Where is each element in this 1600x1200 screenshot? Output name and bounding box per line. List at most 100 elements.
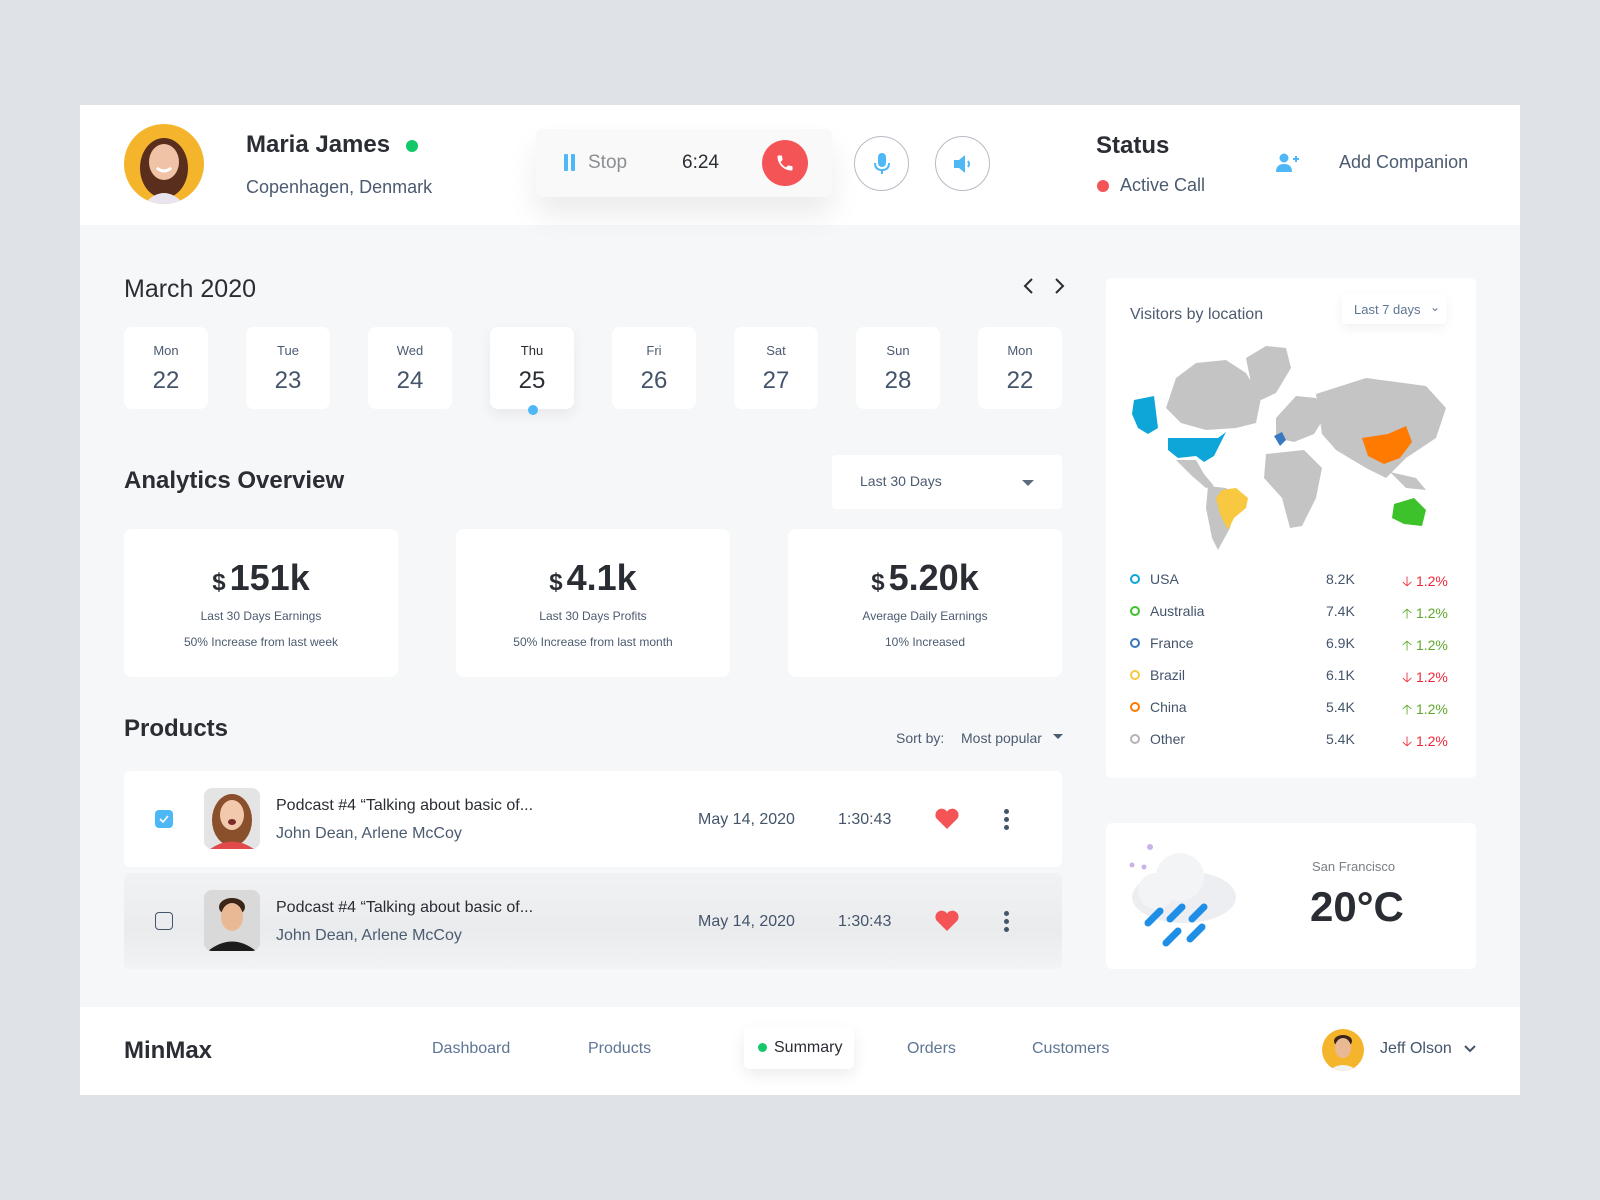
active-indicator-dot	[758, 1043, 767, 1052]
nav-summary-label: Summary	[774, 1039, 843, 1056]
map-alaska	[1132, 396, 1158, 434]
legend-ring-icon	[1130, 638, 1140, 648]
nav-orders[interactable]: Orders	[907, 1040, 956, 1058]
user-avatar[interactable]	[124, 124, 204, 204]
more-options-icon[interactable]	[1004, 809, 1010, 830]
hang-up-button[interactable]	[762, 140, 808, 186]
nav-dashboard[interactable]: Dashboard	[432, 1040, 510, 1058]
pause-icon[interactable]	[564, 154, 576, 171]
product-thumbnail	[204, 890, 260, 951]
visitors-card: Visitors by location Last 7 days ⌄ USA 8…	[1106, 278, 1476, 778]
day-name: Fri	[646, 343, 662, 358]
add-companion-button[interactable]: Add Companion	[1339, 152, 1468, 173]
product-title[interactable]: Podcast #4 “Talking about basic of...	[276, 899, 533, 917]
weather-city: San Francisco	[1312, 859, 1396, 874]
nav-products[interactable]: Products	[588, 1040, 651, 1058]
product-duration: 1:30:43	[838, 913, 892, 930]
speaker-button[interactable]	[935, 136, 990, 191]
speaker-icon	[953, 154, 970, 173]
legend-ring-icon	[1130, 606, 1140, 616]
calendar-day[interactable]: Sun 28	[856, 327, 940, 409]
bottom-navigation: MinMax Dashboard Products Summary Orders…	[80, 1007, 1520, 1095]
visitor-row: Other 5.4K 🡣 1.2%	[1130, 731, 1452, 751]
product-row[interactable]: Podcast #4 “Talking about basic of... Jo…	[124, 771, 1062, 867]
calendar-day[interactable]: Mon 22	[124, 327, 208, 409]
visitor-delta: 🡡 1.2%	[1402, 605, 1448, 621]
analytics-range-select[interactable]: Last 30 Days	[832, 455, 1062, 509]
more-options-icon[interactable]	[1004, 911, 1010, 932]
caret-down-icon[interactable]	[1053, 734, 1063, 739]
calendar-day[interactable]: Mon 22	[978, 327, 1062, 409]
microphone-button[interactable]	[854, 136, 909, 191]
calendar-day[interactable]: Tue 23	[246, 327, 330, 409]
calendar-day[interactable]: Sat 27	[734, 327, 818, 409]
call-timer: 6:24	[682, 152, 719, 173]
day-number: 24	[396, 367, 424, 394]
nav-customers[interactable]: Customers	[1032, 1040, 1109, 1058]
stat-value: $4.1k	[549, 557, 637, 598]
calendar-month: March 2020	[124, 275, 257, 303]
online-status-dot	[406, 140, 418, 152]
map-usa	[1168, 432, 1226, 462]
account-name[interactable]: Jeff Olson	[1380, 1040, 1452, 1058]
product-date: May 14, 2020	[698, 811, 795, 828]
status-dot	[1097, 180, 1109, 192]
nav-summary[interactable]: Summary	[744, 1027, 854, 1069]
visitors-range-select[interactable]: Last 7 days ⌄	[1342, 294, 1446, 324]
product-authors: John Dean, Arlene McCoy	[276, 927, 462, 944]
day-number: 22	[152, 367, 180, 394]
brand-logo[interactable]: MinMax	[124, 1037, 212, 1065]
heart-icon[interactable]	[934, 910, 960, 937]
map-australia	[1392, 498, 1426, 526]
sort-select[interactable]: Most popular	[961, 730, 1042, 746]
heart-icon[interactable]	[934, 808, 960, 835]
product-title[interactable]: Podcast #4 “Talking about basic of...	[276, 797, 533, 815]
legend-ring-icon	[1130, 574, 1140, 584]
visitor-country: Other	[1150, 731, 1186, 747]
arrow-up-icon: 🡡	[1402, 637, 1413, 653]
row-checkbox[interactable]	[155, 912, 173, 930]
visitor-row: Australia 7.4K 🡡 1.2%	[1130, 603, 1452, 623]
day-number: 22	[1006, 367, 1034, 394]
stat-label: Average Daily Earnings	[862, 609, 988, 623]
visitor-count: 7.4K	[1326, 603, 1355, 619]
stop-button[interactable]: Stop	[588, 152, 627, 174]
stat-value: $5.20k	[871, 557, 979, 598]
status-text: Active Call	[1120, 175, 1206, 195]
product-duration: 1:30:43	[838, 811, 892, 828]
user-name: Maria James	[246, 131, 391, 158]
legend-ring-icon	[1130, 734, 1140, 744]
calendar-day[interactable]: Fri 26	[612, 327, 696, 409]
calendar-day[interactable]: Wed 24	[368, 327, 452, 409]
account-avatar[interactable]	[1322, 1029, 1364, 1071]
product-row[interactable]: Podcast #4 “Talking about basic of... Jo…	[124, 873, 1062, 969]
legend-ring-icon	[1130, 702, 1140, 712]
visitor-country: China	[1150, 699, 1187, 715]
visitors-title: Visitors by location	[1130, 306, 1264, 323]
chevron-down-icon[interactable]	[1464, 1041, 1476, 1059]
add-user-icon[interactable]	[1276, 153, 1300, 178]
stat-card-daily: $5.20k Average Daily Earnings 10% Increa…	[788, 529, 1062, 677]
day-name: Thu	[520, 343, 544, 358]
selected-day-indicator	[528, 405, 538, 415]
call-header: Maria James Copenhagen, Denmark Stop 6:2…	[80, 105, 1520, 225]
check-icon	[159, 815, 169, 823]
visitor-count: 6.9K	[1326, 635, 1355, 651]
dashboard-frame: Maria James Copenhagen, Denmark Stop 6:2…	[80, 105, 1520, 1095]
stat-value: $151k	[212, 557, 310, 598]
day-number: 27	[762, 367, 790, 394]
chevron-right-icon[interactable]	[1052, 277, 1066, 300]
stat-card-earnings: $151k Last 30 Days Earnings 50% Increase…	[124, 529, 398, 677]
visitor-delta: 🡡 1.2%	[1402, 637, 1448, 653]
visitor-country: France	[1150, 635, 1194, 651]
calendar-day-selected[interactable]: Thu 25	[490, 327, 574, 409]
chevron-left-icon[interactable]	[1022, 277, 1036, 300]
stat-label: Last 30 Days Earnings	[200, 609, 322, 623]
weather-card: San Francisco 20°C	[1106, 823, 1476, 969]
stat-subtext: 50% Increase from last week	[183, 635, 339, 649]
visitor-count: 6.1K	[1326, 667, 1355, 683]
product-date: May 14, 2020	[698, 913, 795, 930]
row-checkbox[interactable]	[155, 810, 173, 828]
world-map	[1132, 346, 1446, 550]
stat-card-profits: $4.1k Last 30 Days Profits 50% Increase …	[456, 529, 730, 677]
